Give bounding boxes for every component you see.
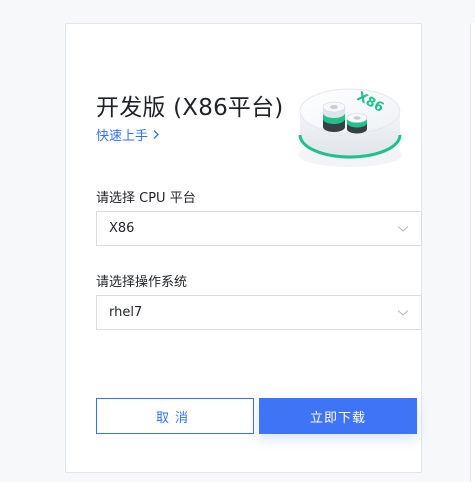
page: 开发版 (X86平台) 快速上手 X86 请选择 CPU 平台 X86 请选择操… — [0, 0, 475, 482]
chevron-right-icon — [153, 130, 159, 139]
quickstart-link[interactable]: 快速上手 — [96, 125, 160, 144]
os-label: 请选择操作系统 — [96, 275, 188, 290]
download-now-button[interactable]: 立即下载 — [259, 398, 417, 434]
download-card: 开发版 (X86平台) 快速上手 X86 请选择 CPU 平台 X86 请选择操… — [65, 23, 422, 473]
os-select[interactable]: rhel7 — [96, 295, 422, 330]
adjacent-card-edge — [470, 23, 475, 482]
card-title: 开发版 (X86平台) — [96, 95, 284, 121]
cpu-platform-select[interactable]: X86 — [96, 211, 422, 246]
cpu-platform-value: X86 — [109, 221, 135, 236]
cancel-button[interactable]: 取消 — [96, 398, 254, 434]
chevron-down-icon — [397, 309, 409, 316]
disc-stack-right — [346, 113, 368, 134]
x86-platform-illustration: X86 — [298, 88, 402, 167]
cpu-platform-label: 请选择 CPU 平台 — [96, 191, 196, 206]
quickstart-label: 快速上手 — [96, 129, 149, 144]
disc-stack-left — [322, 101, 346, 132]
chevron-down-icon — [397, 225, 409, 232]
left-background — [0, 0, 46, 482]
os-value: rhel7 — [109, 305, 143, 320]
